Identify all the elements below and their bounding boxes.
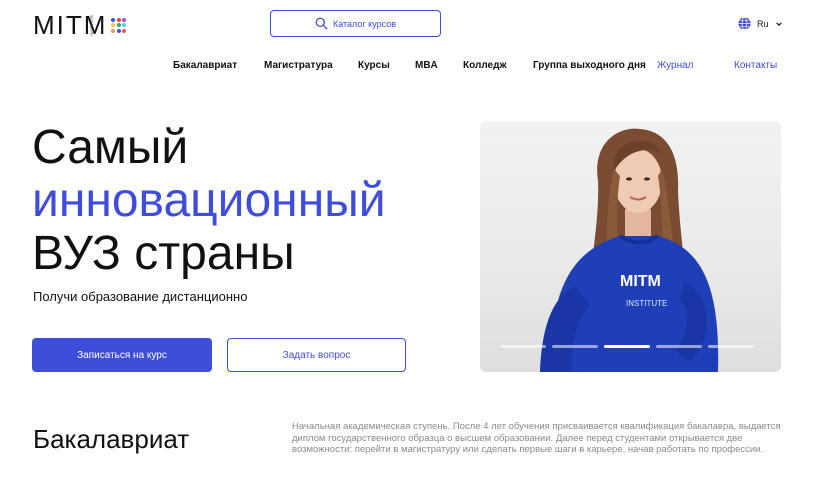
search-icon <box>315 17 328 30</box>
logo-dot <box>116 28 121 33</box>
hero-photo: MITM INSTITUTE <box>480 121 781 372</box>
hero-slider-indicators <box>500 345 754 348</box>
hero-title-line-3: ВУЗ страны <box>32 227 295 280</box>
nav-college[interactable]: Колледж <box>463 60 507 71</box>
logo-dot <box>111 17 116 22</box>
logo-dot <box>111 23 116 27</box>
slider-indicator[interactable] <box>500 345 546 348</box>
hero-subtitle: Получи образование дистанционно <box>33 289 248 304</box>
logo-subtext: INSTITUTE <box>89 15 94 36</box>
slider-indicator[interactable] <box>656 345 702 348</box>
chevron-down-icon <box>775 21 782 26</box>
logo[interactable]: MITM INSTITUTE <box>33 10 127 40</box>
logo-dot <box>116 23 121 27</box>
hero-title: Самый инновационный ВУЗ страны <box>32 121 386 280</box>
language-label: Ru <box>757 18 769 29</box>
logo-dots <box>111 17 127 33</box>
nav-master[interactable]: Магистратура <box>264 60 333 71</box>
svg-text:MITM: MITM <box>620 273 661 290</box>
logo-dot <box>116 17 121 22</box>
nav-mba[interactable]: MBA <box>415 60 438 71</box>
nav-contacts[interactable]: Контакты <box>734 60 777 71</box>
student-photo-illustration: MITM INSTITUTE <box>540 128 719 372</box>
catalog-search-button[interactable]: Каталог курсов <box>270 10 441 37</box>
svg-text:INSTITUTE: INSTITUTE <box>626 299 667 308</box>
slider-indicator[interactable] <box>708 345 754 348</box>
logo-dot <box>111 28 116 33</box>
slider-indicator[interactable] <box>552 345 598 348</box>
search-placeholder: Каталог курсов <box>332 18 397 29</box>
hero-title-line-1: Самый <box>32 121 189 174</box>
enroll-button[interactable]: Записаться на курс <box>32 338 212 372</box>
nav-weekend-group[interactable]: Группа выходного дня <box>533 60 646 71</box>
nav-bachelor[interactable]: Бакалавриат <box>173 60 237 71</box>
bachelor-section-description: Начальная академическая ступень. После 4… <box>292 421 781 455</box>
logo-text: MITM <box>33 10 108 40</box>
bachelor-section-title: Бакалавриат <box>33 424 190 454</box>
hero-title-line-2: инновационный <box>32 174 386 227</box>
logo-dot <box>122 28 127 33</box>
logo-dot <box>122 17 127 22</box>
logo-dot <box>122 23 127 27</box>
slider-indicator[interactable] <box>604 345 650 348</box>
nav-journal[interactable]: Журнал <box>657 60 694 71</box>
ask-question-button[interactable]: Задать вопрос <box>227 338 406 372</box>
globe-icon <box>738 17 751 30</box>
language-selector[interactable]: Ru <box>738 17 783 30</box>
nav-courses[interactable]: Курсы <box>358 60 390 71</box>
